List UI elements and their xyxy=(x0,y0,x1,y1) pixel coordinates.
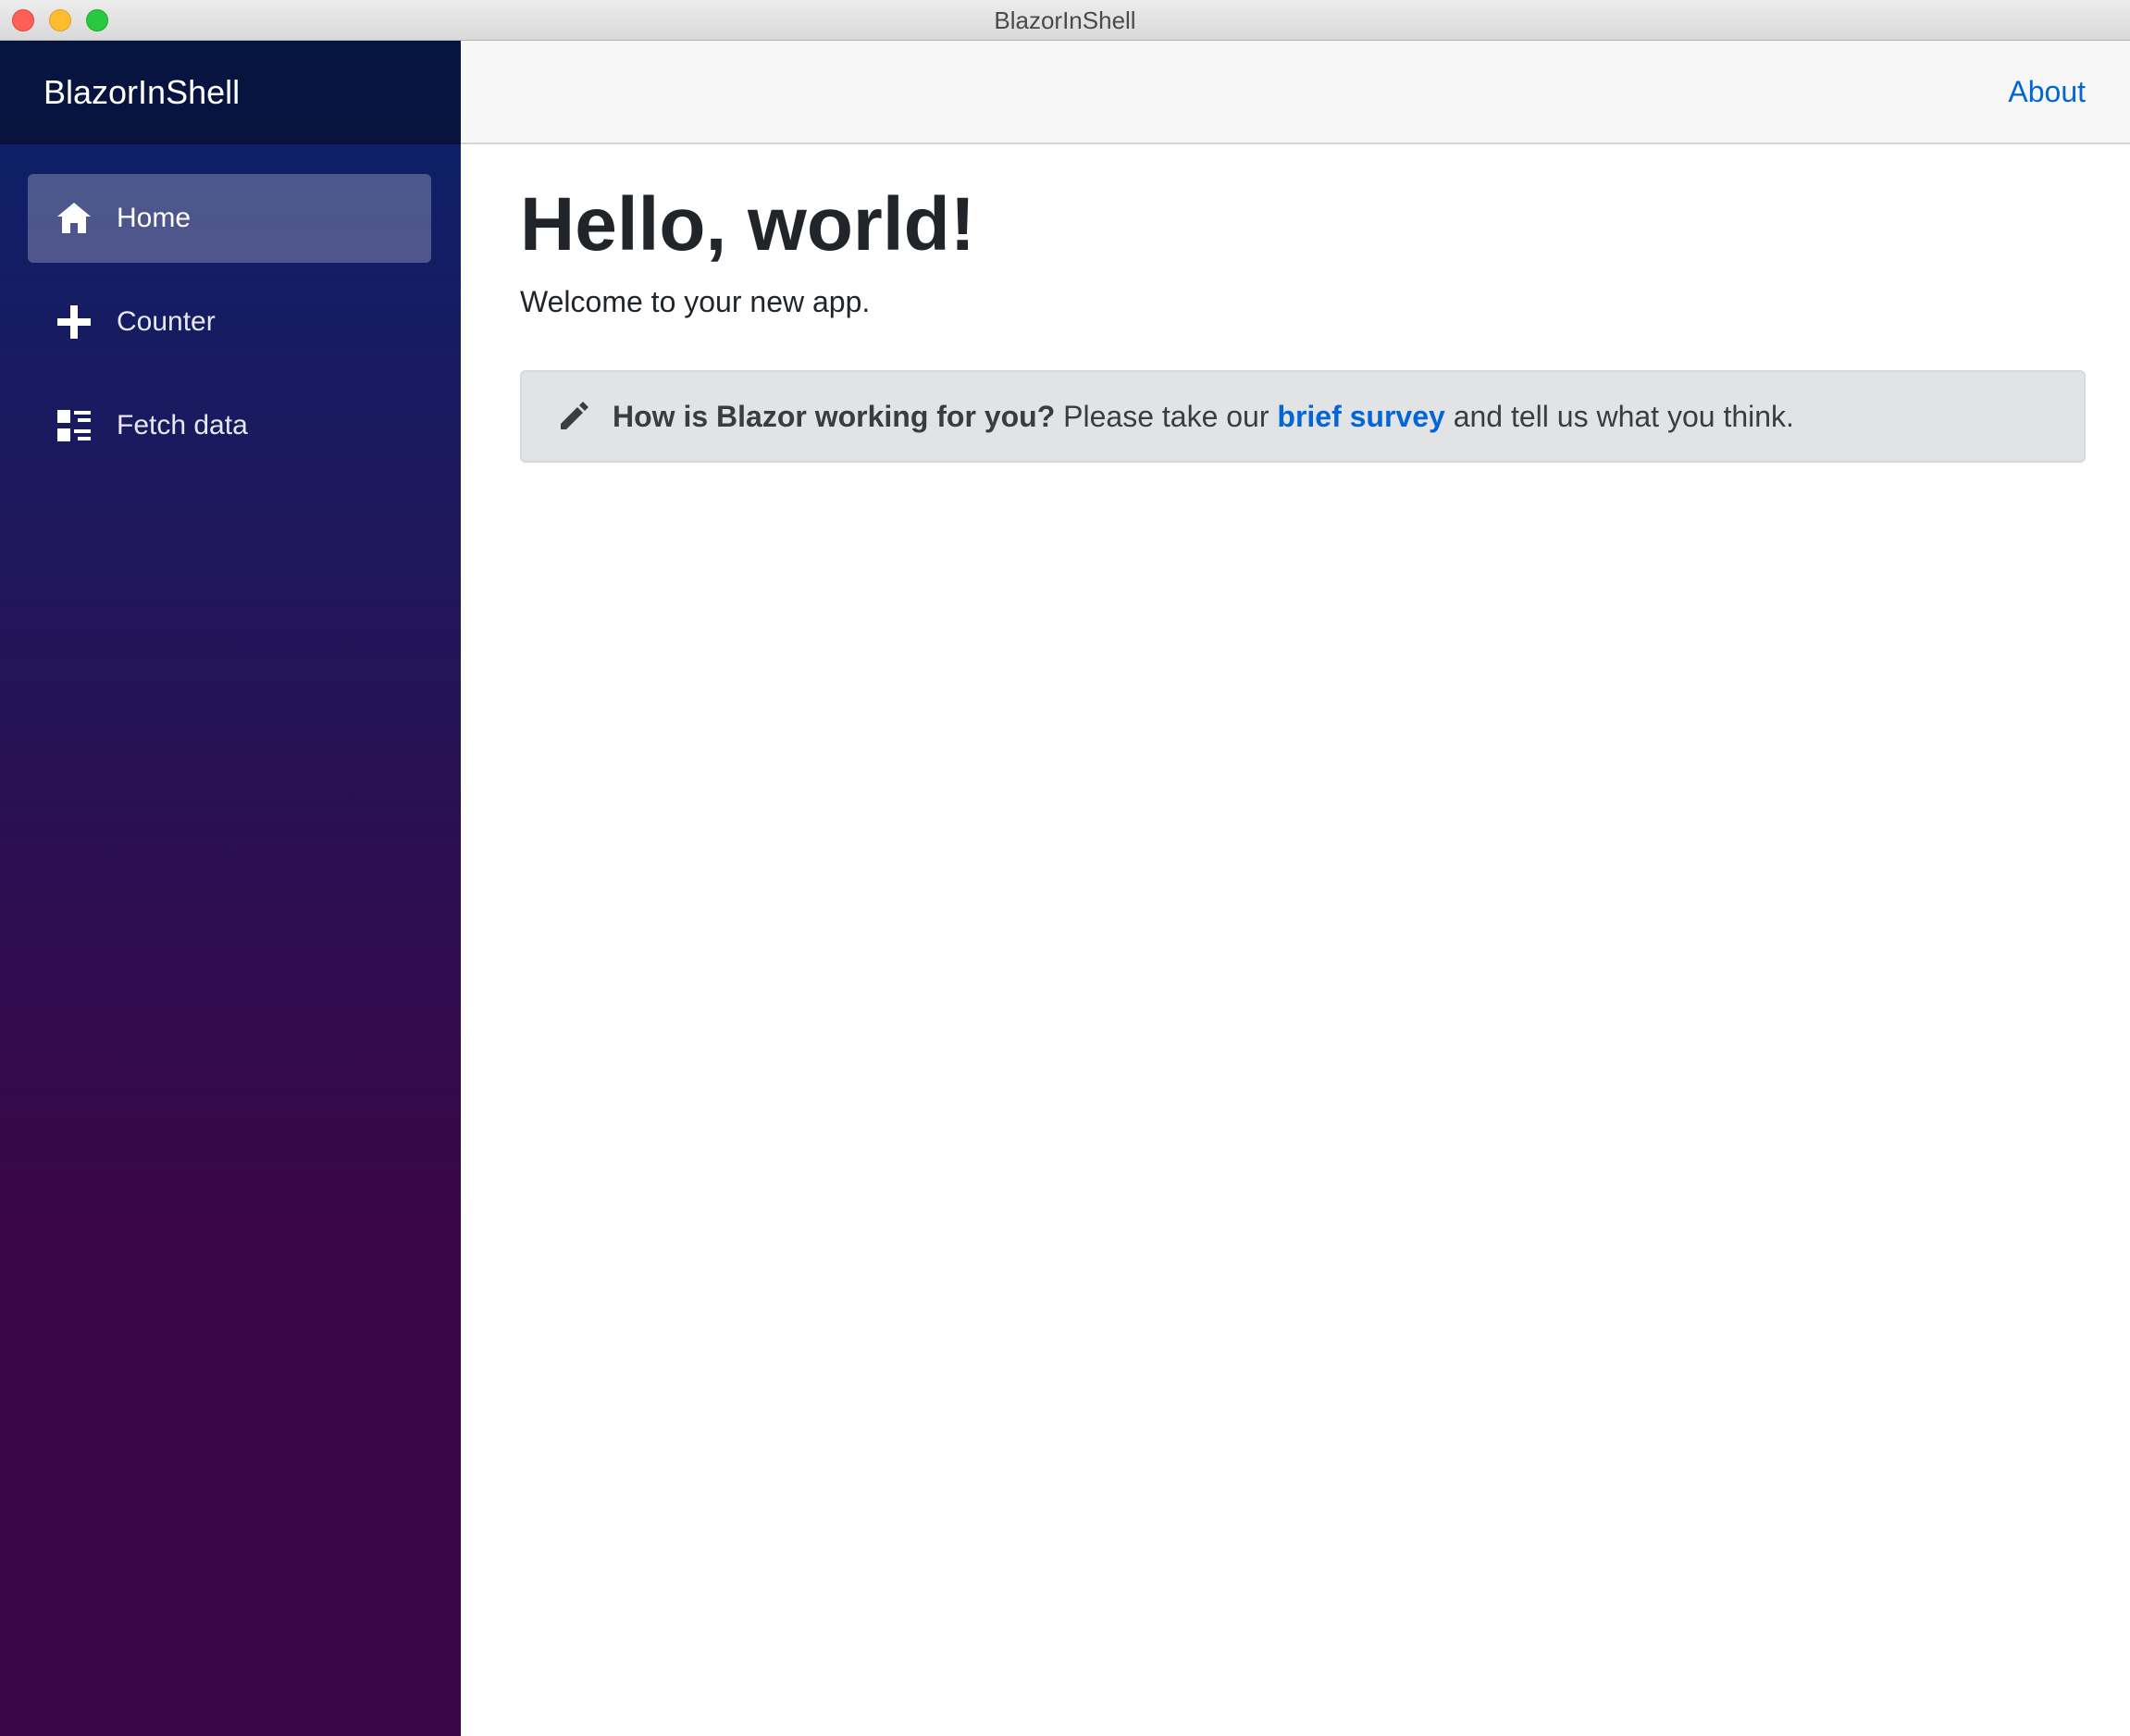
app-window: BlazorInShell BlazorInShell Home Counter xyxy=(0,0,2130,1736)
sidebar-item-counter[interactable]: Counter xyxy=(28,278,431,366)
home-icon xyxy=(57,203,91,233)
survey-text: How is Blazor working for you? Please ta… xyxy=(613,372,1794,461)
list-rich-icon xyxy=(57,410,91,441)
pencil-icon xyxy=(561,402,588,429)
page-title: Hello, world! xyxy=(520,182,975,267)
window-title: BlazorInShell xyxy=(994,6,1136,34)
sidebar-item-label: Fetch data xyxy=(117,410,248,440)
sidebar-item-label: Counter xyxy=(117,306,216,337)
survey-prompt: How is Blazor working for you? Please ta… xyxy=(520,370,2086,463)
sidebar-item-label: Home xyxy=(117,203,192,233)
sidebar-item-home[interactable]: Home xyxy=(28,174,431,263)
survey-after-link: and tell us what you think. xyxy=(1453,400,1794,433)
app-brand-link[interactable]: BlazorInShell xyxy=(43,41,240,144)
brand-bar: BlazorInShell xyxy=(0,41,461,144)
top-row: About xyxy=(461,41,2130,144)
brief-survey-link[interactable]: brief survey xyxy=(1277,400,1444,433)
title-bar: BlazorInShell xyxy=(0,0,2130,41)
about-link[interactable]: About xyxy=(2008,41,2086,143)
sidebar: BlazorInShell Home Counter Fetch data xyxy=(0,41,461,1736)
survey-before-link: Please take our xyxy=(1063,400,1269,433)
plus-icon xyxy=(57,305,91,339)
welcome-text: Welcome to your new app. xyxy=(520,285,871,318)
sidebar-item-fetch-data[interactable]: Fetch data xyxy=(28,381,431,470)
survey-question: How is Blazor working for you? xyxy=(613,400,1056,433)
